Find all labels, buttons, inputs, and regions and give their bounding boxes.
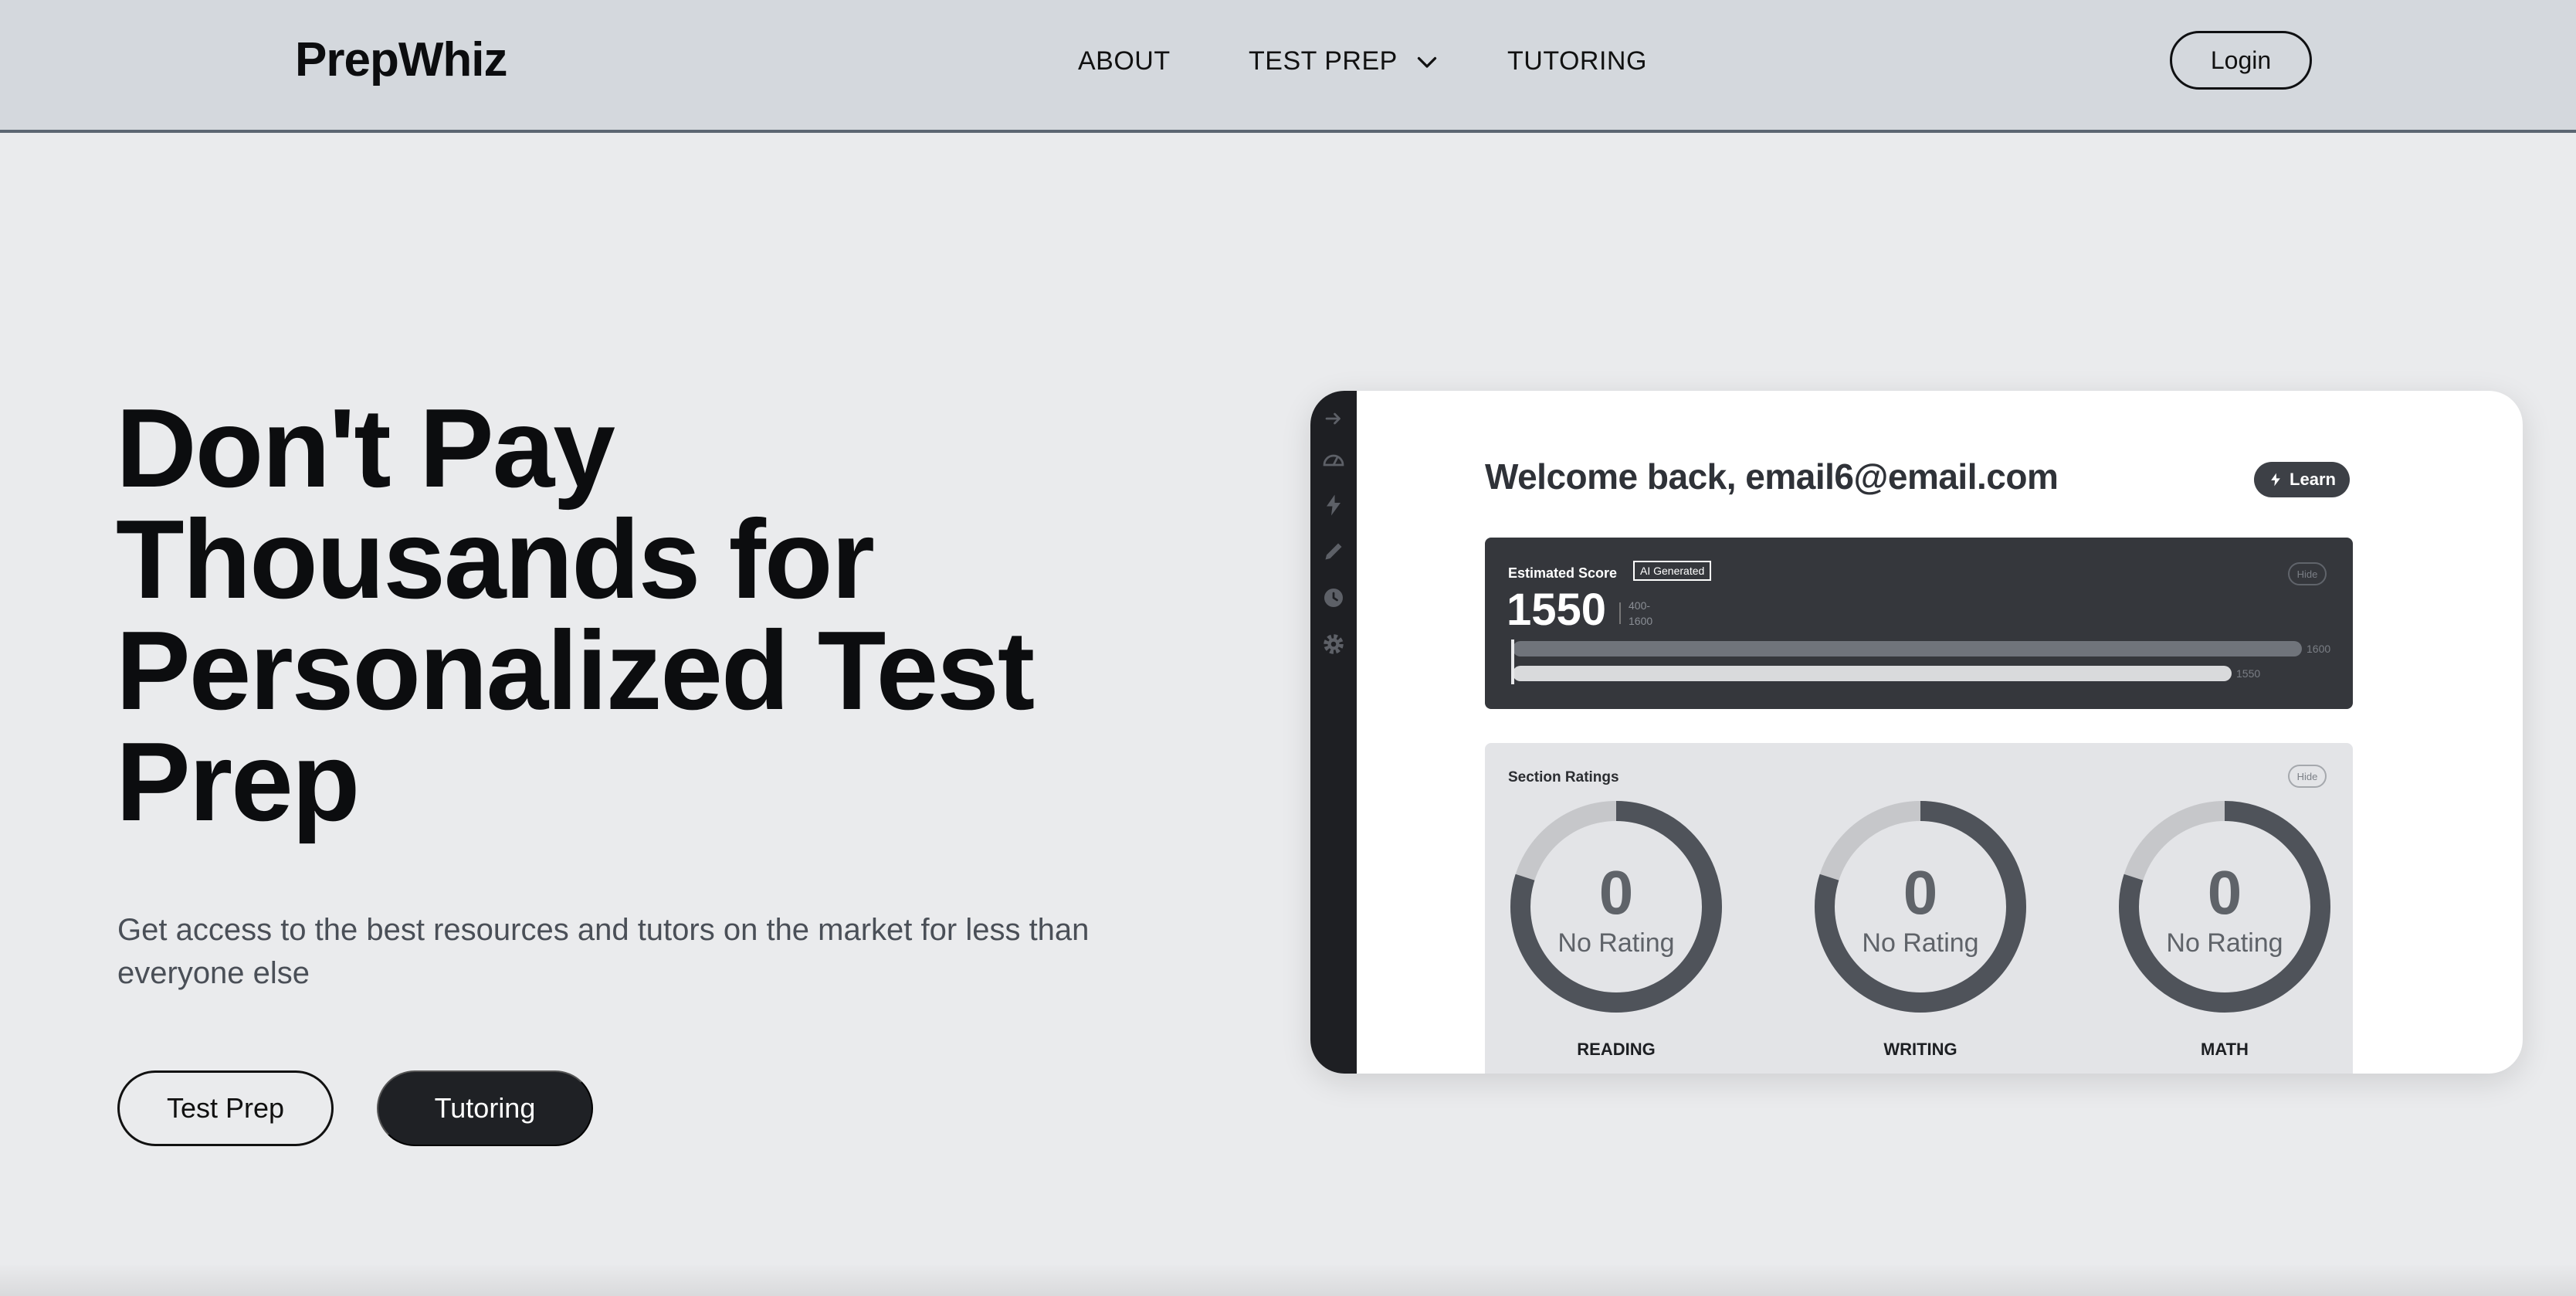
reading-status: No Rating [1557,928,1675,958]
top-nav: PrepWhiz ABOUT TEST PREP TUTORING Login [0,0,2576,133]
nav-test-prep-label: TEST PREP [1249,46,1398,76]
section-ratings-title: Section Ratings [1508,769,1619,785]
nav-test-prep-dropdown[interactable]: TEST PREP [1249,46,1441,76]
dashboard-gauge-icon[interactable] [1320,446,1347,474]
hide-section-ratings-button[interactable]: Hide [2288,765,2327,788]
hero-title: Don't Pay Thousands for Personalized Tes… [116,385,1035,844]
estimated-score-bar [1513,666,2232,681]
reading-rating-ring: 0 No Rating [1508,799,1724,1015]
score-range-high: 1600 [1629,615,1653,627]
hide-score-button[interactable]: Hide [2288,562,2327,585]
math-score: 0 [2207,858,2242,927]
logo[interactable]: PrepWhiz [295,32,507,87]
score-range-low: 400- [1629,599,1651,612]
reading-score: 0 [1598,858,1634,927]
writing-label: WRITING [1883,1040,1957,1059]
learn-button[interactable]: Learn [2254,462,2350,497]
max-score-bar [1513,641,2302,656]
writing-score: 0 [1903,858,1938,927]
max-score-bar-label: 1600 [2307,643,2331,655]
lightning-icon[interactable] [1320,491,1347,519]
score-divider [1619,602,1621,624]
estimated-score-value: 1550 [1507,585,1607,635]
score-bar-start-tick [1511,640,1514,684]
estimated-score-panel: Estimated Score AI Generated Hide 1550 4… [1485,538,2353,709]
hero-subtitle: Get access to the best resources and tut… [117,913,1090,990]
nav-about-label: ABOUT [1078,46,1171,76]
welcome-heading: Welcome back, email6@email.com [1485,456,2059,497]
estimated-score-label: Estimated Score [1508,565,1618,581]
math-rating-ring: 0 No Rating [2117,799,2333,1015]
math-label: MATH [2201,1040,2249,1059]
test-prep-button[interactable]: Test Prep [117,1070,334,1146]
math-status: No Rating [2166,928,2283,958]
reading-label: READING [1577,1040,1656,1059]
section-ratings-panel: Section Ratings Hide 0 No Rating READING… [1485,743,2353,1074]
nav-tutoring-label: TUTORING [1507,46,1647,76]
clock-icon[interactable] [1320,584,1347,612]
pencil-icon[interactable] [1320,538,1347,565]
nav-about-link[interactable]: ABOUT [1078,46,1171,76]
score-range: 400- 1600 [1629,598,1652,629]
preview-content: Welcome back, email6@email.com Learn Est… [1357,391,2523,1074]
preview-sidebar [1310,391,1357,1074]
writing-rating-ring: 0 No Rating [1812,799,2029,1015]
arrow-right-icon[interactable] [1320,405,1347,433]
tutoring-button[interactable]: Tutoring [377,1070,593,1146]
login-button[interactable]: Login [2170,31,2312,90]
lightning-icon [2271,473,2280,487]
nav-tutoring-link[interactable]: TUTORING [1507,46,1647,76]
next-section-edge [0,1265,2576,1296]
writing-status: No Rating [1862,928,1979,958]
learn-label: Learn [2290,470,2336,489]
chevron-down-icon [1417,56,1436,68]
estimated-score-bar-label: 1550 [2236,667,2261,680]
gear-icon[interactable] [1320,630,1347,658]
dashboard-preview-card: Welcome back, email6@email.com Learn Est… [1310,391,2523,1074]
ai-generated-badge: AI Generated [1633,561,1712,581]
